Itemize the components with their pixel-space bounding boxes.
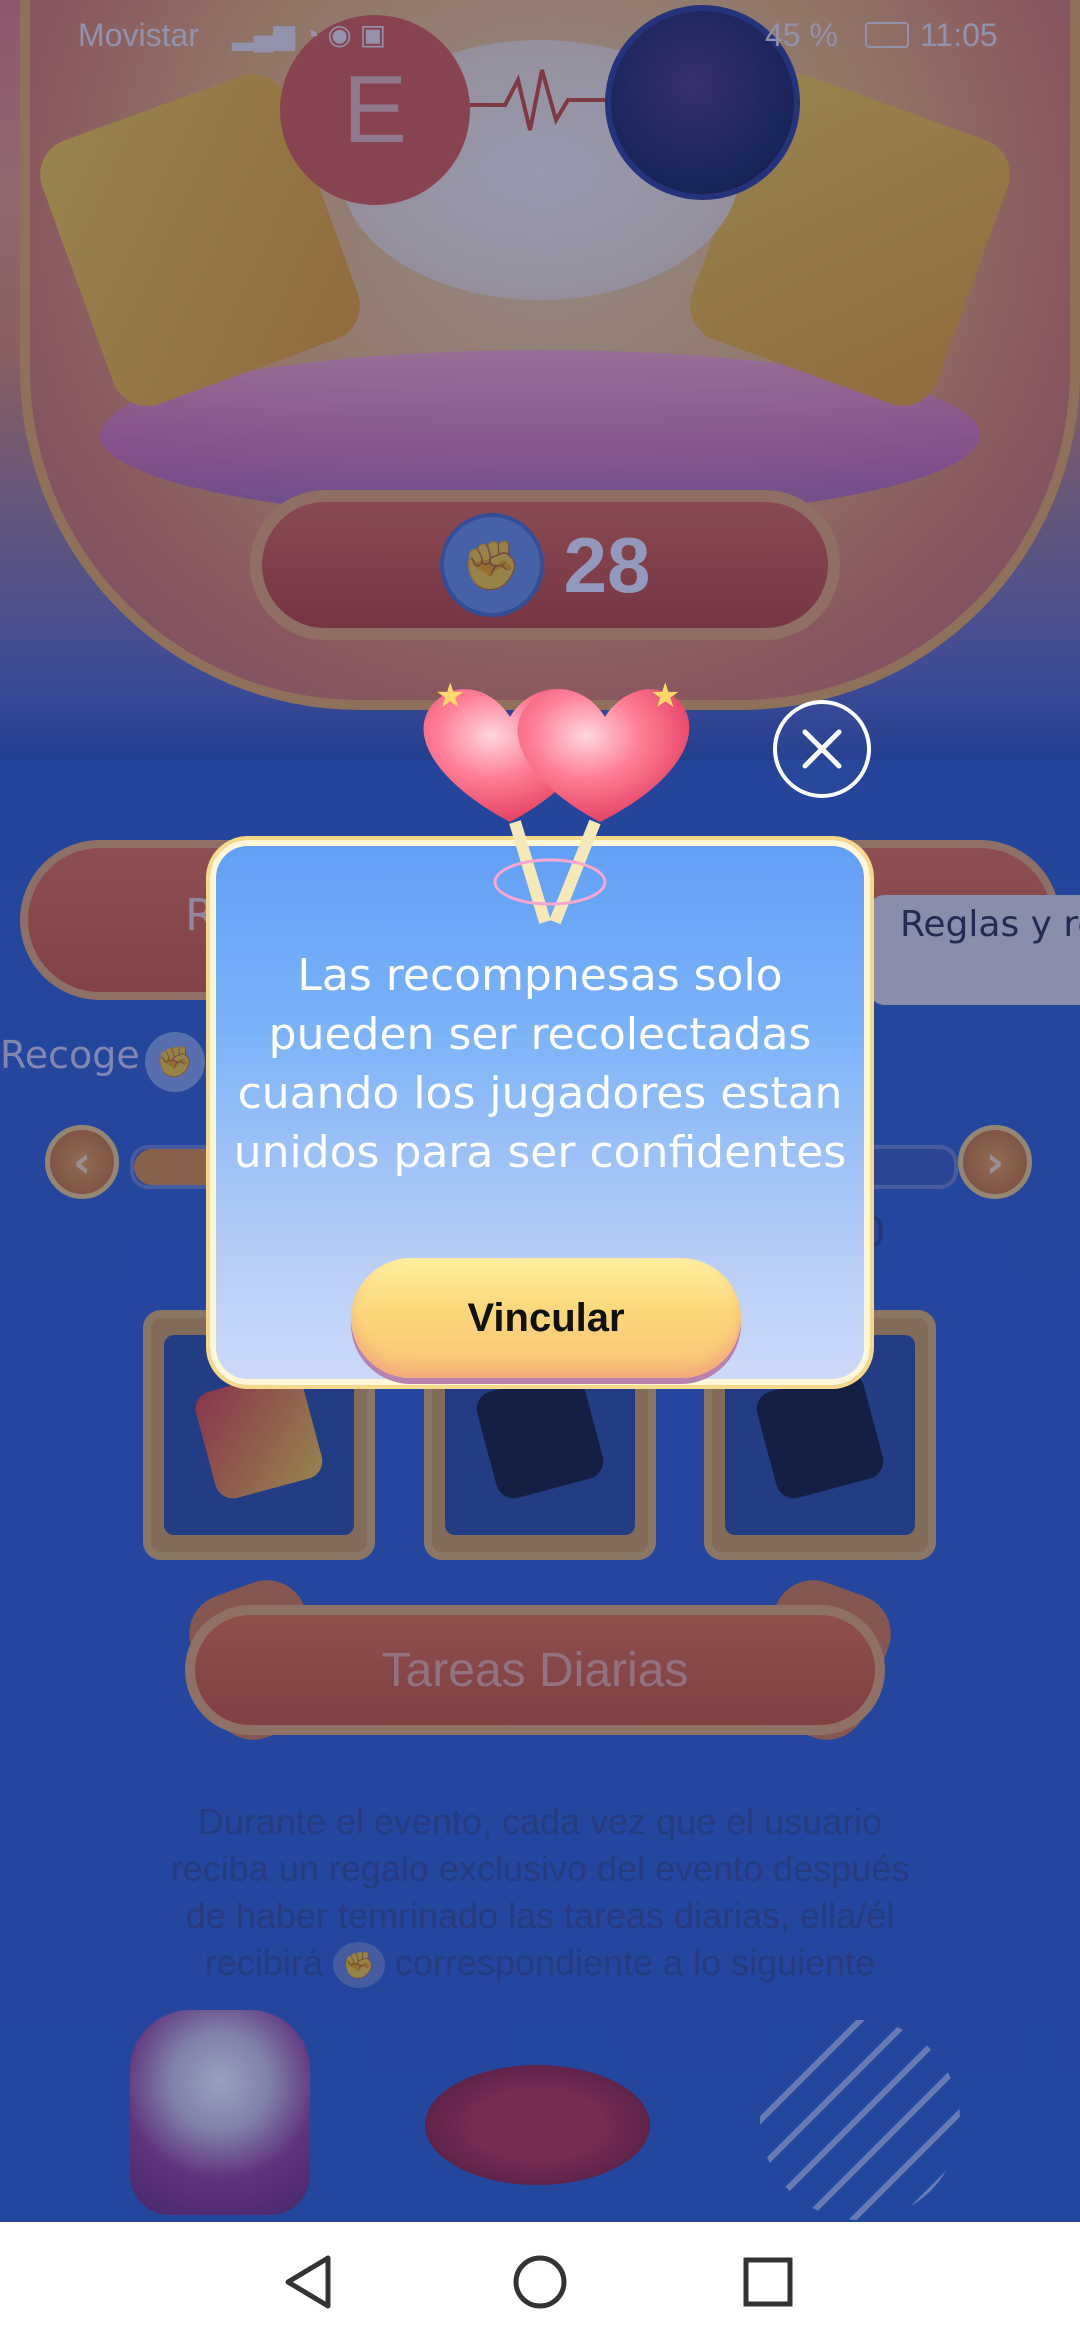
nav-home-icon [513,2255,567,2309]
dialog-message-line: pueden ser recolectadas [268,1009,812,1060]
svg-text:★: ★ [650,676,680,716]
dialog-message-line: unidos para ser confidentes [233,1127,847,1178]
dialog-message-line: Las recompnesas solo [297,950,783,1001]
nav-home-button[interactable] [508,2250,572,2314]
dialog-message-line: cuando los jugadores estan [237,1068,843,1119]
close-dialog-button[interactable] [773,700,871,798]
app-screen: E ✊ 28 R Reglas y recompensa Recoge ✊ ‹ … [0,0,1080,2340]
svg-text:★: ★ [435,676,465,716]
dialog-message: Las recompnesas solo pueden ser recolect… [216,946,864,1182]
nav-recents-button[interactable] [736,2250,800,2314]
heart-lollipops-icon: ★ ★ [423,676,690,925]
vincular-button[interactable]: Vincular [351,1258,741,1378]
nav-back-button[interactable] [276,2250,340,2314]
close-icon [802,729,842,769]
nav-back-icon [285,2255,331,2309]
nav-recents-icon [743,2257,793,2307]
system-navigation-bar [0,2222,1080,2340]
